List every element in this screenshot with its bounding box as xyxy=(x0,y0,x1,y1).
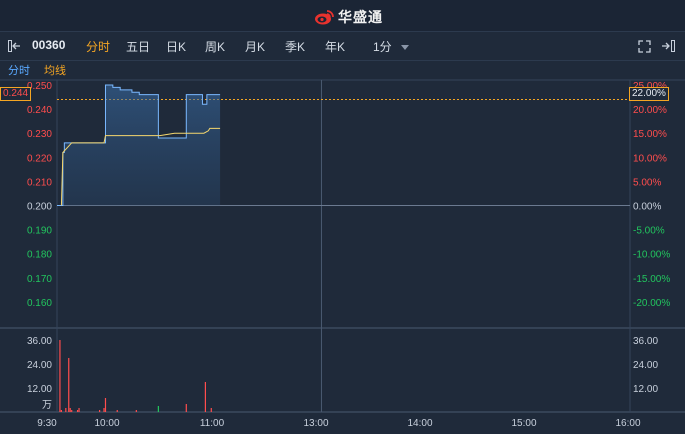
time-tick-label: 10:00 xyxy=(94,418,119,429)
price-tick-label: 0.190 xyxy=(27,226,52,237)
volume-tick-label: 24.00 xyxy=(27,360,52,371)
pct-tick-label: 0.00% xyxy=(633,202,661,213)
time-tick-label: 11:00 xyxy=(200,418,225,429)
current-pct-marker: 22.00% xyxy=(629,87,669,101)
time-tick-label: 15:00 xyxy=(511,418,536,429)
price-tick-label: 0.160 xyxy=(27,298,52,309)
price-tick-label: 0.230 xyxy=(27,129,52,140)
volume-unit-label: 万 xyxy=(42,400,52,411)
price-tick-label: 0.220 xyxy=(27,153,52,164)
time-tick-label: 13:00 xyxy=(303,418,328,429)
price-tick-label: 0.200 xyxy=(27,202,52,213)
volume-tick-label: 36.00 xyxy=(27,336,52,347)
pct-tick-label: -5.00% xyxy=(633,226,665,237)
pct-tick-label: -20.00% xyxy=(633,298,670,309)
price-tick-label: 0.210 xyxy=(27,177,52,188)
time-tick-label: 14:00 xyxy=(407,418,432,429)
price-tick-label: 0.170 xyxy=(27,274,52,285)
volume-tick-label-right: 36.00 xyxy=(633,336,658,347)
current-price-marker: 0.244 xyxy=(0,87,32,101)
price-tick-label: 0.240 xyxy=(27,105,52,116)
pct-tick-label: 15.00% xyxy=(633,129,667,140)
pct-tick-label: 20.00% xyxy=(633,105,667,116)
price-tick-label: 0.180 xyxy=(27,250,52,261)
intraday-chart[interactable]: 0.2500.2400.2300.2200.2100.2000.1900.180… xyxy=(0,0,685,434)
time-tick-label: 16:00 xyxy=(615,418,640,429)
pct-tick-label: 5.00% xyxy=(633,177,661,188)
volume-tick-label-right: 12.00 xyxy=(633,384,658,395)
volume-tick-label-right: 24.00 xyxy=(633,360,658,371)
pct-tick-label: 10.00% xyxy=(633,153,667,164)
pct-tick-label: -15.00% xyxy=(633,274,670,285)
pct-tick-label: -10.00% xyxy=(633,250,670,261)
volume-tick-label: 12.00 xyxy=(27,384,52,395)
price-area xyxy=(57,85,221,206)
time-tick-label: 9:30 xyxy=(37,418,57,429)
